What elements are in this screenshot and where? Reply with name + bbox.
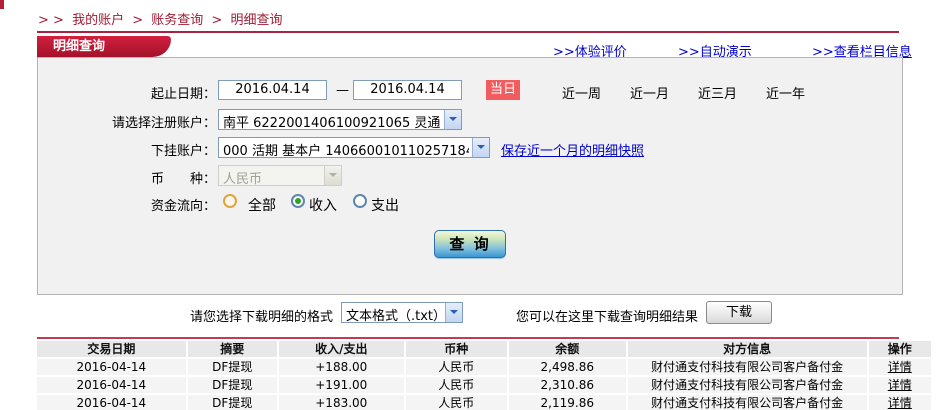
cell-date: 2016-04-14 bbox=[37, 359, 186, 375]
radio-flow-all[interactable] bbox=[223, 194, 237, 208]
breadcrumb-separator: > bbox=[211, 13, 223, 28]
cell-amount: +191.00 bbox=[278, 377, 404, 393]
header-balance: 余额 bbox=[508, 341, 626, 357]
flow-direction-label: 资金流向： bbox=[150, 199, 216, 214]
quick-range-today-badge[interactable]: 当日 bbox=[486, 80, 520, 100]
detail-link[interactable]: 详情 bbox=[868, 395, 931, 410]
download-format-value: 文本格式（.txt） bbox=[346, 309, 442, 324]
header-amount: 收入/支出 bbox=[278, 341, 404, 357]
breadcrumb-item-detail-query[interactable]: 明细查询 bbox=[230, 13, 282, 28]
breadcrumb-item-account-query[interactable]: 账务查询 bbox=[151, 13, 203, 28]
cell-balance: 2,310.86 bbox=[508, 377, 626, 393]
detail-link[interactable]: 详情 bbox=[868, 359, 931, 375]
table-row: 2016-04-14 DF提现 +183.00 人民币 2,119.86 财付通… bbox=[37, 395, 931, 410]
header-counterparty: 对方信息 bbox=[627, 341, 867, 357]
download-button[interactable]: 下载 bbox=[706, 301, 772, 324]
date-to-input[interactable]: 2016.04.14 bbox=[353, 80, 462, 100]
header-action: 操作 bbox=[868, 341, 931, 357]
breadcrumb-divider bbox=[37, 31, 899, 33]
radio-flow-income-label[interactable]: 收入 bbox=[309, 195, 337, 215]
sub-account-select[interactable]: 000 活期 基本户 1406600101102571848 bbox=[218, 137, 490, 159]
radio-flow-expense[interactable] bbox=[353, 194, 367, 208]
table-header-row: 交易日期 摘要 收入/支出 币种 余额 对方信息 操作 bbox=[37, 341, 931, 357]
quick-range-month[interactable]: 近一月 bbox=[630, 83, 669, 102]
save-snapshot-link[interactable]: 保存近一个月的明细快照 bbox=[501, 140, 644, 159]
date-range-dash: — bbox=[336, 83, 349, 98]
cell-counterparty: 财付通支付科技有限公司客户备付金 bbox=[627, 359, 867, 375]
table-row: 2016-04-14 DF提现 +191.00 人民币 2,310.86 财付通… bbox=[37, 377, 931, 393]
table-row: 2016-04-14 DF提现 +188.00 人民币 2,498.86 财付通… bbox=[37, 359, 931, 375]
registered-account-label: 请选择注册账户： bbox=[111, 116, 216, 131]
cell-date: 2016-04-14 bbox=[37, 377, 186, 393]
cell-summary: DF提现 bbox=[187, 395, 277, 410]
quick-range-year[interactable]: 近一年 bbox=[766, 83, 805, 102]
cell-amount: +183.00 bbox=[278, 395, 404, 410]
results-table: 交易日期 摘要 收入/支出 币种 余额 对方信息 操作 2016-04-14 D… bbox=[37, 341, 931, 410]
cell-summary: DF提现 bbox=[187, 377, 277, 393]
radio-flow-all-label[interactable]: 全部 bbox=[248, 195, 276, 215]
registered-account-value: 南平 6222001406100921065 灵通卡 bbox=[223, 116, 441, 131]
query-form-panel: 起止日期： 2016.04.14 — 2016.04.14 当日 近一周 近一月… bbox=[37, 57, 903, 295]
cell-summary: DF提现 bbox=[187, 359, 277, 375]
corner-mark bbox=[0, 0, 4, 9]
table-top-divider bbox=[37, 337, 899, 339]
detail-link[interactable]: 详情 bbox=[868, 377, 931, 393]
cell-date: 2016-04-14 bbox=[37, 395, 186, 410]
sub-account-value: 000 活期 基本户 1406600101102571848 bbox=[223, 144, 469, 159]
currency-value: 人民币 bbox=[223, 172, 263, 187]
radio-flow-expense-label[interactable]: 支出 bbox=[371, 195, 399, 215]
download-format-label: 请您选择下载明细的格式 bbox=[190, 310, 334, 325]
currency-select: 人民币 bbox=[218, 165, 342, 187]
chevron-down-icon[interactable] bbox=[472, 138, 489, 157]
cell-balance: 2,119.86 bbox=[508, 395, 626, 410]
query-button[interactable]: 查 询 bbox=[434, 230, 506, 258]
header-date: 交易日期 bbox=[37, 341, 186, 357]
download-hint-text: 您可以在这里下载查询明细结果 bbox=[516, 310, 699, 325]
chevron-down-icon bbox=[324, 166, 341, 185]
header-currency: 币种 bbox=[405, 341, 507, 357]
cell-currency: 人民币 bbox=[405, 359, 507, 375]
breadcrumb-item-my-account[interactable]: 我的账户 bbox=[72, 13, 124, 28]
download-format-select[interactable]: 文本格式（.txt） bbox=[341, 302, 463, 324]
breadcrumb-separator: > bbox=[132, 13, 144, 28]
radio-flow-income[interactable] bbox=[291, 194, 305, 208]
date-from-input[interactable]: 2016.04.14 bbox=[218, 80, 327, 100]
chevron-down-icon[interactable] bbox=[445, 303, 462, 322]
breadcrumb-prefix: > > bbox=[38, 13, 64, 28]
cell-amount: +188.00 bbox=[278, 359, 404, 375]
sub-account-label: 下挂账户： bbox=[150, 144, 216, 159]
cell-currency: 人民币 bbox=[405, 395, 507, 410]
quick-range-quarter[interactable]: 近三月 bbox=[698, 83, 737, 102]
date-range-label: 起止日期： bbox=[150, 87, 216, 102]
registered-account-select[interactable]: 南平 6222001406100921065 灵通卡 bbox=[218, 109, 462, 131]
cell-counterparty: 财付通支付科技有限公司客户备付金 bbox=[627, 377, 867, 393]
breadcrumb: > > 我的账户 > 账务查询 > 明细查询 bbox=[38, 9, 286, 28]
tab-detail-query[interactable]: 明细查询 bbox=[37, 36, 171, 57]
cell-currency: 人民币 bbox=[405, 377, 507, 393]
quick-range-week[interactable]: 近一周 bbox=[562, 83, 601, 102]
header-summary: 摘要 bbox=[187, 341, 277, 357]
chevron-down-icon[interactable] bbox=[444, 110, 461, 129]
cell-counterparty: 财付通支付科技有限公司客户备付金 bbox=[627, 395, 867, 410]
cell-balance: 2,498.86 bbox=[508, 359, 626, 375]
page: > > 我的账户 > 账务查询 > 明细查询 明细查询 >>体验评价 >>自动演… bbox=[0, 0, 936, 410]
currency-label: 币 种： bbox=[150, 172, 216, 187]
